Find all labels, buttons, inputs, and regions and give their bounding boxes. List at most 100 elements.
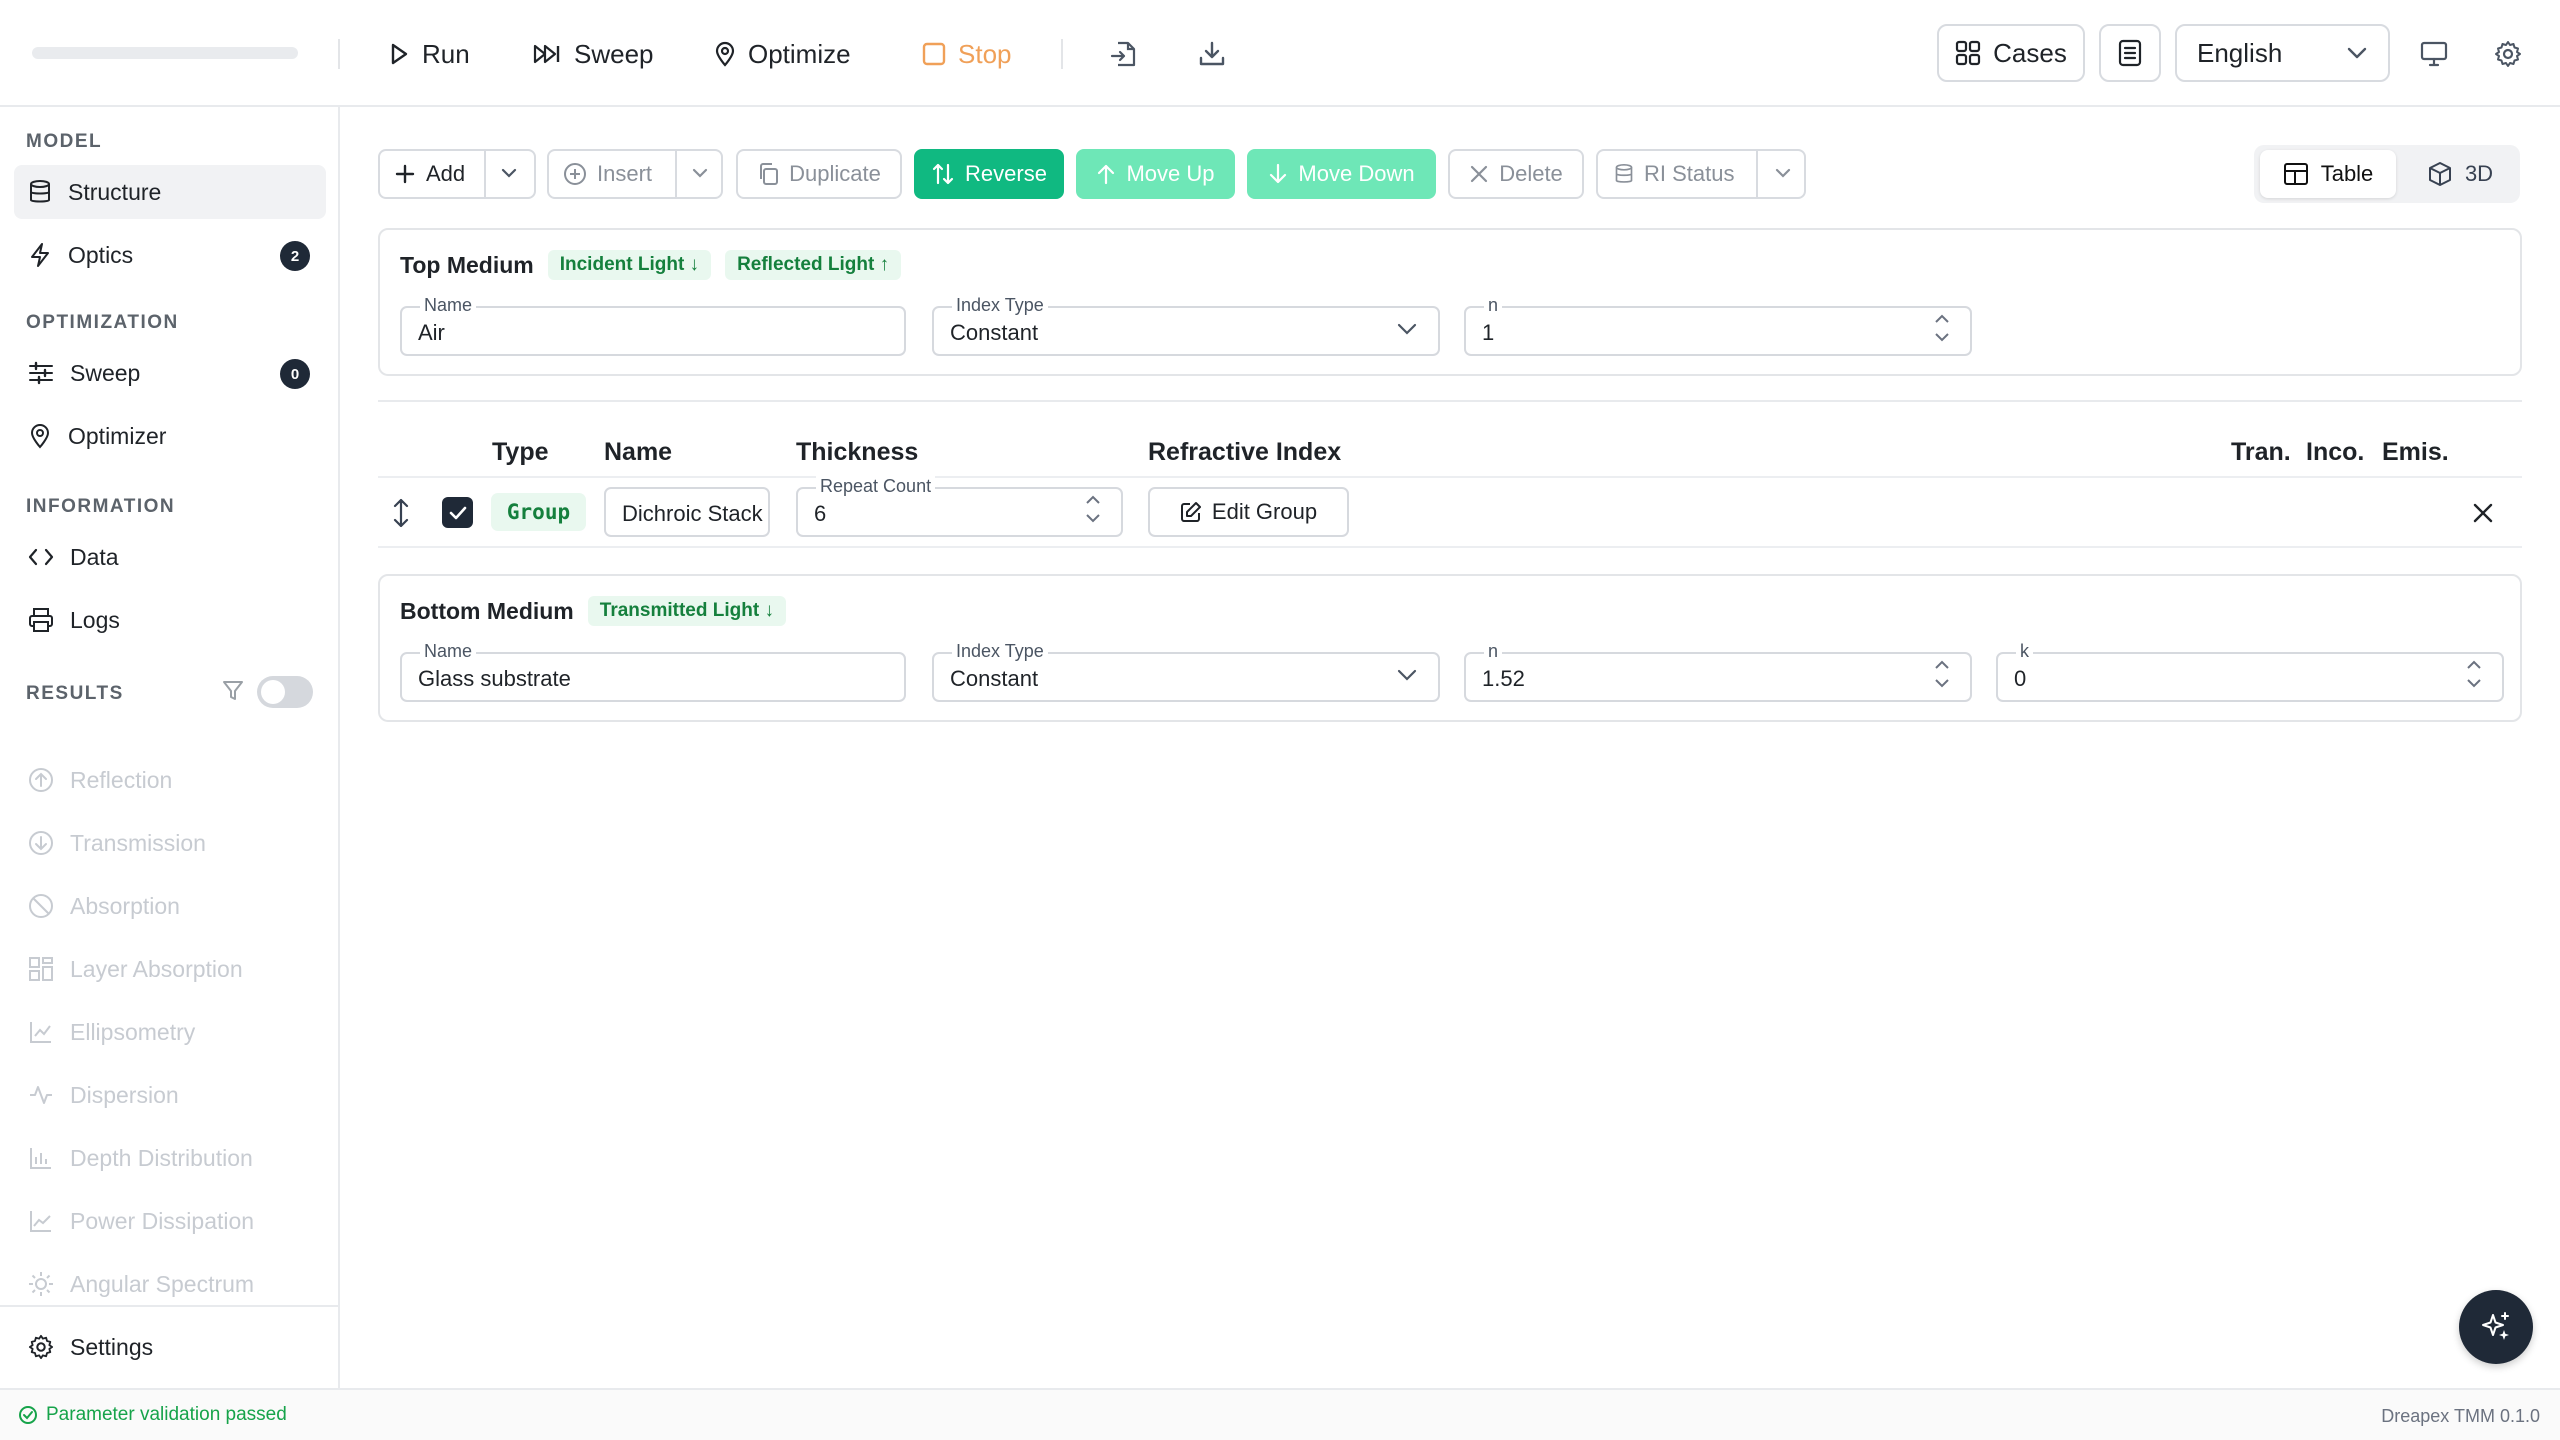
chevron-down-icon [1397, 669, 1417, 681]
sparkles-icon [2482, 1312, 2509, 1340]
reverse-button[interactable]: Reverse [914, 149, 1064, 199]
move-up-button[interactable]: Move Up [1076, 149, 1235, 199]
skip-forward-icon [533, 44, 560, 64]
settings-button[interactable] [2490, 36, 2526, 72]
number-stepper[interactable] [1085, 495, 1101, 523]
map-pin-icon [715, 41, 735, 67]
chevron-up-icon[interactable] [1085, 495, 1101, 505]
sidebar: MODEL Structure Optics 2 OPTIMIZATION Sw… [0, 107, 340, 1388]
close-icon[interactable] [2472, 502, 2494, 524]
top-medium-header: Top Medium Incident Light ↓ Reflected Li… [400, 250, 902, 280]
section-divider [378, 400, 2522, 402]
column-header-thickness: Thickness [796, 438, 919, 466]
split-divider [484, 151, 486, 197]
area-chart-icon [30, 1211, 51, 1232]
stop-button[interactable]: Stop [922, 30, 1012, 78]
sidebar-item-optics[interactable]: Optics 2 [14, 228, 326, 282]
sidebar-item-reflection[interactable]: Reflection [14, 753, 326, 807]
chevron-down-icon[interactable] [1085, 513, 1101, 523]
sidebar-item-structure[interactable]: Structure [14, 165, 326, 219]
number-stepper[interactable] [1934, 660, 1950, 688]
sidebar-item-angular-spectrum[interactable]: Angular Spectrum [14, 1257, 326, 1311]
language-select[interactable]: English [2175, 24, 2390, 82]
number-stepper[interactable] [2466, 660, 2482, 688]
edit-group-button[interactable]: Edit Group [1148, 487, 1349, 537]
bottom-medium-name-value: Glass substrate [418, 666, 571, 691]
sidebar-item-depth-distribution[interactable]: Depth Distribution [14, 1131, 326, 1185]
chevron-down-icon[interactable] [500, 167, 518, 181]
chevron-down-icon[interactable] [1774, 167, 1792, 181]
plus-circle-icon [564, 163, 586, 185]
ai-assistant-button[interactable] [2459, 1290, 2533, 1364]
sweep-button[interactable]: Sweep [532, 30, 654, 78]
repeat-count-input[interactable]: Repeat Count 6 [796, 475, 1123, 537]
chevron-up-icon[interactable] [1934, 314, 1950, 324]
section-title-optimization: OPTIMIZATION [26, 312, 179, 333]
chevron-up-icon[interactable] [2466, 660, 2482, 670]
sidebar-item-dispersion[interactable]: Dispersion [14, 1068, 326, 1122]
sidebar-item-settings[interactable]: Settings [14, 1320, 326, 1374]
arrow-up-icon [1098, 164, 1115, 185]
chevron-down-icon[interactable] [1934, 332, 1950, 342]
gear-icon [2495, 41, 2521, 67]
top-medium-name-field[interactable]: Name Air [400, 294, 906, 356]
activity-icon [30, 1086, 52, 1104]
bottom-medium-card: Bottom Medium Transmitted Light ↓ Name G… [378, 574, 2522, 722]
validation-status: Parameter validation passed [18, 1404, 287, 1426]
tab-3d-view[interactable]: 3D [2406, 150, 2514, 198]
progress-bar [32, 47, 298, 59]
database-icon [1615, 163, 1633, 183]
sidebar-item-logs[interactable]: Logs [14, 593, 326, 647]
chevron-down-icon[interactable] [691, 167, 709, 181]
optimize-button[interactable]: Optimize [714, 30, 851, 78]
ri-status-split-button[interactable]: RI Status [1596, 149, 1806, 199]
bar-chart-icon [30, 1148, 51, 1169]
tab-table-view[interactable]: Table [2260, 150, 2396, 198]
bottom-medium-name-field[interactable]: Name Glass substrate [400, 640, 906, 702]
top-medium-n-input[interactable]: n 1 [1464, 294, 1972, 356]
bottom-medium-n-input[interactable]: n 1.52 [1464, 640, 1972, 702]
chevron-up-icon[interactable] [1934, 660, 1950, 670]
chevron-down-icon[interactable] [1934, 678, 1950, 688]
download-button[interactable] [1194, 36, 1230, 72]
sidebar-item-ellipsometry[interactable]: Ellipsometry [14, 1005, 326, 1059]
sidebar-item-sweep[interactable]: Sweep 0 [14, 346, 326, 400]
notes-button[interactable] [2099, 24, 2161, 82]
chevron-down-icon[interactable] [2466, 678, 2482, 688]
sidebar-item-optimizer[interactable]: Optimizer [14, 409, 326, 463]
top-toolbar: Run Sweep Optimize Stop Cases English [0, 0, 2560, 107]
delete-button[interactable]: Delete [1448, 149, 1584, 199]
sidebar-item-power-dissipation[interactable]: Power Dissipation [14, 1194, 326, 1248]
number-stepper[interactable] [1934, 314, 1950, 342]
layer-name-input[interactable]: Dichroic Stack [604, 487, 770, 537]
sidebar-divider [0, 1305, 338, 1307]
sidebar-item-transmission[interactable]: Transmission [14, 816, 326, 870]
cases-button[interactable]: Cases [1937, 24, 2085, 82]
sidebar-item-layer-absorption[interactable]: Layer Absorption [14, 942, 326, 996]
run-button[interactable]: Run [388, 30, 470, 78]
move-down-button[interactable]: Move Down [1247, 149, 1436, 199]
layer-checkbox[interactable] [442, 497, 473, 528]
column-header-refractive-index: Refractive Index [1148, 438, 1342, 466]
import-button[interactable] [1106, 36, 1142, 72]
table-header-divider [378, 476, 2522, 478]
reflected-light-tag: Reflected Light ↑ [725, 250, 902, 280]
sidebar-item-data[interactable]: Data [14, 530, 326, 584]
top-medium-index-type-select[interactable]: Index Type Constant [932, 294, 1440, 356]
sidebar-item-absorption[interactable]: Absorption [14, 879, 326, 933]
bottom-medium-k-input[interactable]: k 0 [1996, 640, 2504, 702]
duplicate-button[interactable]: Duplicate [736, 149, 902, 199]
drag-handle-icon[interactable] [390, 497, 412, 529]
ri-status-label: RI Status [1644, 161, 1735, 186]
filter-icon[interactable] [222, 679, 244, 703]
bottom-medium-index-type-select[interactable]: Index Type Constant [932, 640, 1440, 702]
insert-split-button[interactable]: Insert [547, 149, 723, 199]
line-chart-icon [30, 1022, 51, 1043]
display-button[interactable] [2416, 36, 2452, 72]
toolbar-divider [1061, 39, 1063, 69]
add-split-button[interactable]: Add [378, 149, 536, 199]
results-toggle[interactable] [257, 676, 313, 708]
monitor-icon [2420, 41, 2448, 67]
optics-count-badge: 2 [280, 241, 310, 271]
sliders-icon [29, 361, 53, 385]
